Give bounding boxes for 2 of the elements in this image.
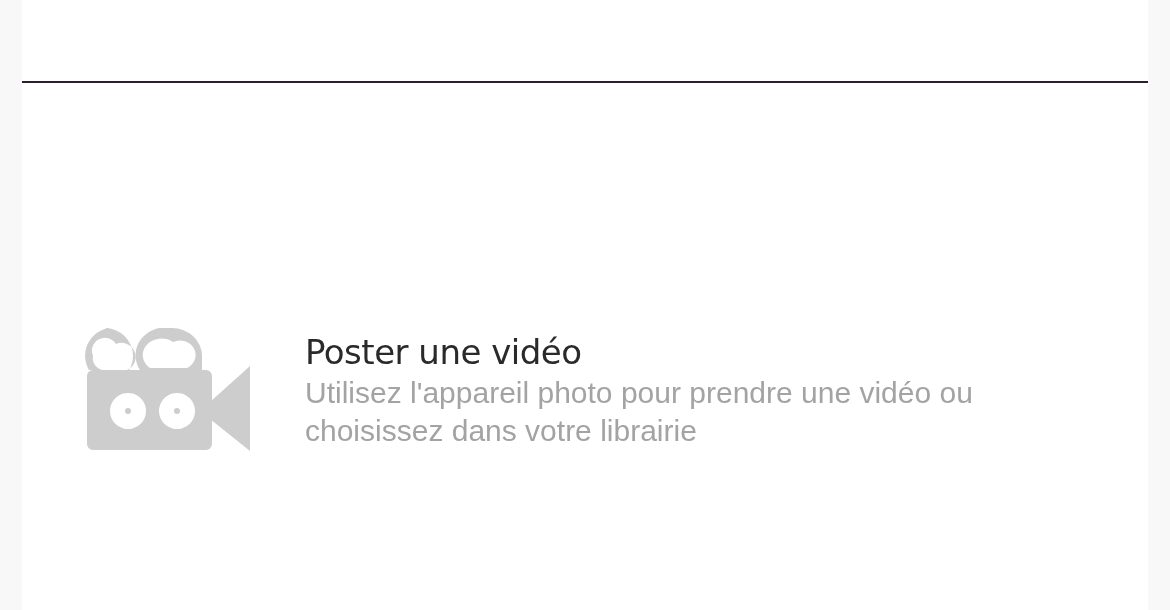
option-title: Poster une vidéo xyxy=(305,331,583,374)
option-description: Utilisez l'appareil photo pour prendre une vidéo ou choisissez dans votre librairie xyxy=(305,375,974,449)
